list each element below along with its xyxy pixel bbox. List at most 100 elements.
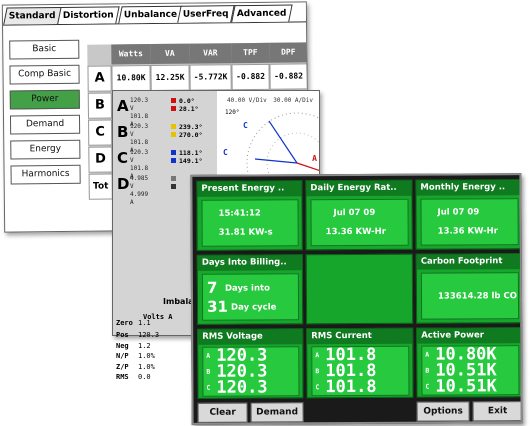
monthly-energy-title: Monthly Energy .. (416, 180, 521, 196)
row-label-c: C (88, 119, 113, 146)
tab-unbalance[interactable]: Unbalance (118, 5, 183, 24)
phasor-label-a: A (312, 154, 317, 163)
row-label-b: B (87, 92, 113, 119)
demand-button[interactable]: Demand (250, 402, 304, 423)
side-demand-button[interactable]: Demand (9, 114, 81, 135)
row-volts: 1.2 (138, 341, 151, 350)
side-energy-button[interactable]: Energy (10, 139, 81, 160)
phasor-c-current (254, 158, 298, 164)
daily-energy-panel[interactable]: Daily Energy Rat.. Jul 07 09 13.36 KW-Hr (305, 179, 413, 251)
rms-current-panel[interactable]: RMS Current A 101.8 B 101.8 C 101.8 (306, 327, 414, 399)
phase-a-tag: A (206, 351, 211, 360)
rms-voltage-row-c: C 120.3 (206, 377, 268, 398)
cycle-days-label: Day cycle (231, 302, 277, 313)
imbalance-row-np: N/P 1.0% (116, 351, 196, 362)
phase-c-tag: C (315, 383, 320, 392)
rms-voltage-title: RMS Voltage (198, 329, 303, 345)
clear-button[interactable]: Clear (197, 402, 248, 423)
row-volts: 1.1 (138, 319, 151, 327)
side-comp-basic-button[interactable]: Comp Basic (9, 64, 80, 85)
row-key: Pos (116, 331, 129, 339)
side-basic-button[interactable]: Basic (9, 39, 80, 60)
col-header-var: VAR (189, 43, 232, 64)
phase-d-values: 4.985 V 4.999 A (130, 175, 148, 207)
rms-current-box: A 101.8 B 101.8 C 101.8 (311, 345, 410, 398)
imbalance-row-zp: Z/P 1.0% (116, 362, 196, 373)
row-volts: 1.0% (138, 362, 155, 371)
phase-a-volts: 120.3 V (130, 97, 149, 112)
phase-c-swatch-v (171, 150, 176, 155)
phase-b-volts: 120.3 V (130, 123, 149, 138)
phase-d-swatch-v (171, 176, 176, 181)
phase-d-swatch-i (171, 184, 176, 189)
row-key: Z/P (116, 362, 129, 371)
options-button[interactable]: Options (416, 401, 470, 422)
row-volts: 120.3 (138, 331, 160, 339)
days-into-label: Days into (224, 283, 270, 294)
phase-c-tag: C (206, 383, 211, 392)
phase-d-letter: D (117, 175, 130, 193)
phase-a-swatch-i (171, 106, 176, 111)
imbalance-row-rms: RMS 0.0 (116, 372, 196, 383)
row-volts: 1.0% (138, 352, 155, 360)
phase-c-volts: 120.3 V (130, 149, 149, 164)
active-power-title: Active Power (417, 328, 522, 344)
carbon-footprint-value: 133614.28 lb CO (437, 291, 517, 302)
carbon-footprint-panel[interactable]: Carbon Footprint 133614.28 lb CO (415, 253, 523, 324)
carbon-footprint-title: Carbon Footprint (416, 254, 521, 270)
imbalance-rows: Pos 120.3 Neg 1.2 N/P 1.0% Z/P 1.0% RMS 0.0 (116, 330, 196, 383)
imbalance-row-neg: Neg 1.2 (116, 341, 196, 352)
tab-userfreq[interactable]: UserFreq (177, 5, 235, 23)
rms-current-c-value: 101.8 (325, 376, 377, 398)
days-into-billing-box: 7 Days into 31 Day cycle (201, 273, 300, 321)
monthly-energy-value: 13.36 KW-Hr (437, 226, 498, 237)
phase-b-angle-v: 239.3° (179, 123, 203, 131)
phase-d-amps: 4.999 A (130, 191, 149, 206)
tab-advanced[interactable]: Advanced (231, 4, 293, 23)
side-harmonics-button[interactable]: Harmonics (10, 164, 81, 185)
exit-button[interactable]: Exit (472, 401, 523, 422)
phase-c-angle-v: 118.1° (179, 149, 203, 157)
days-into-number: 7 (206, 278, 218, 297)
rms-voltage-c-value: 120.3 (216, 377, 268, 398)
monthly-energy-date: Jul 07 09 (437, 207, 480, 218)
present-energy-panel[interactable]: Present Energy .. 15:41:12 31.81 KW-s (196, 180, 303, 251)
imbalance-row-zero: Zero 1.1 (116, 319, 196, 328)
phase-b-letter: B (117, 123, 129, 141)
present-energy-box: 15:41:12 31.81 KW-s (201, 199, 299, 247)
days-into-billing-title: Days Into Billing.. (197, 255, 302, 271)
row-label-tot: Tot (88, 173, 113, 200)
col-header-tpf: TPF (231, 42, 270, 64)
rms-current-title: RMS Current (307, 328, 413, 345)
tab-distortion[interactable]: Distortion (57, 6, 120, 25)
active-power-c-value: 10.51K (435, 376, 497, 397)
monthly-energy-panel[interactable]: Monthly Energy .. Jul 07 09 13.36 KW-Hr (415, 179, 522, 250)
phase-a-letter: A (117, 97, 129, 115)
rms-voltage-panel[interactable]: RMS Voltage A 120.3 B 120.3 C 120.3 (197, 328, 304, 399)
active-power-panel[interactable]: Active Power A 10.80K B 10.51K C 10.51K (416, 327, 523, 398)
daily-energy-box: Jul 07 09 13.36 KW-Hr (310, 198, 409, 247)
tab-standard[interactable]: Standard (3, 6, 62, 25)
cell-a-var: -5.772K (189, 64, 232, 91)
phase-a-swatch-v (171, 98, 176, 103)
phasor-a-voltage (296, 162, 319, 171)
row-key: RMS (116, 373, 129, 381)
cell-a-va: 12.25K (150, 64, 190, 92)
monthly-energy-box: Jul 07 09 13.36 KW-Hr (420, 198, 519, 246)
phase-a-angle-i: 28.1° (179, 105, 199, 113)
empty-panel[interactable] (305, 253, 414, 325)
days-into-billing-panel[interactable]: Days Into Billing.. 7 Days into 31 Day c… (196, 254, 304, 325)
phase-b-tag: B (425, 366, 430, 375)
phase-b-swatch-v (171, 124, 176, 129)
daily-energy-title: Daily Energy Rat.. (306, 180, 412, 197)
imbalance-table: Zero 1.1 (116, 319, 196, 328)
top-tab-bar: Standard Distortion Unbalance UserFreq A… (2, 2, 307, 26)
phase-b-tag: B (206, 367, 211, 376)
side-power-button[interactable]: Power (9, 89, 80, 110)
col-header-watts: Watts (111, 44, 151, 65)
phasor-label-c-lower: C (223, 148, 228, 157)
daily-energy-value: 13.36 KW-Hr (325, 226, 386, 238)
row-volts: 0.0 (138, 373, 151, 381)
active-power-row-c: C 10.51K (425, 376, 497, 397)
col-header-dpf: DPF (269, 42, 308, 63)
